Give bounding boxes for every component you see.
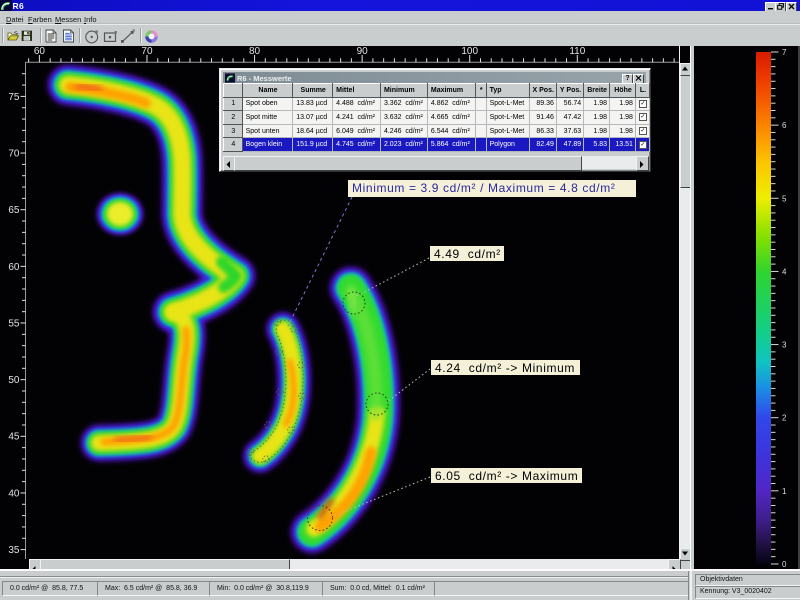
svg-text:70: 70 [141,46,153,57]
svg-text:2: 2 [782,414,787,423]
svg-text:1: 1 [782,487,787,496]
svg-text:5: 5 [782,194,787,203]
svg-text:60: 60 [34,46,46,57]
svg-text:40: 40 [8,488,20,499]
svg-text:110: 110 [569,46,585,57]
svg-text:75: 75 [8,92,20,103]
svg-text:65: 65 [8,205,20,216]
svg-text:3: 3 [782,341,787,350]
svg-text:50: 50 [8,375,20,386]
svg-text:6: 6 [782,121,787,130]
svg-text:80: 80 [249,46,261,57]
svg-text:7: 7 [782,48,787,57]
svg-text:55: 55 [8,318,20,329]
svg-text:45: 45 [8,432,20,443]
svg-text:70: 70 [8,148,20,159]
svg-text:4: 4 [782,267,787,276]
svg-text:100: 100 [461,46,478,57]
svg-text:60: 60 [8,262,20,273]
svg-text:0: 0 [782,560,787,569]
svg-text:90: 90 [357,46,369,57]
svg-text:35: 35 [8,545,20,556]
